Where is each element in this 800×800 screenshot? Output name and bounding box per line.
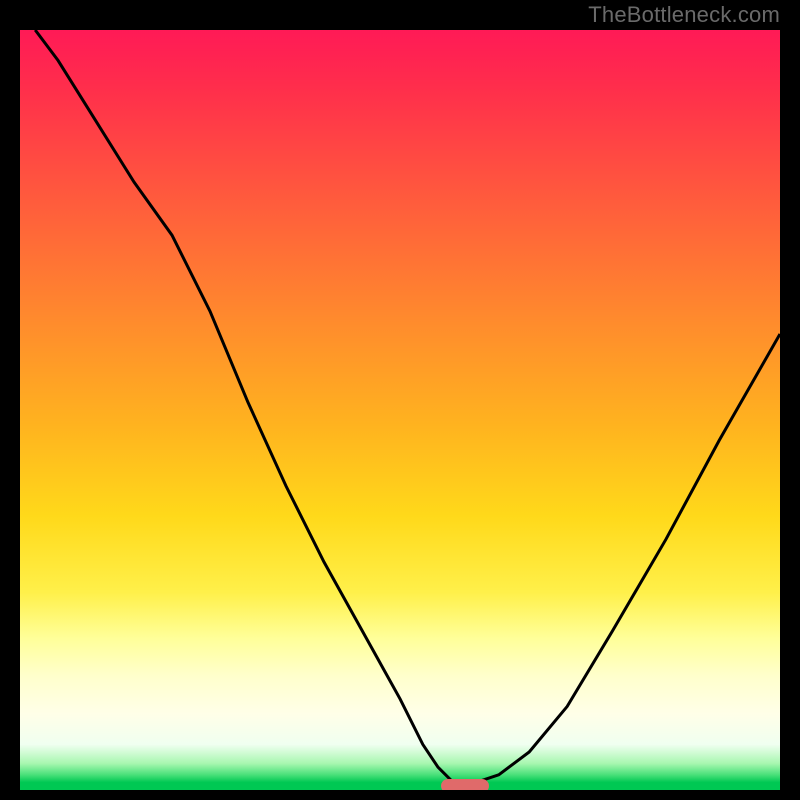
- bottleneck-curve: [20, 30, 780, 790]
- chart-frame: TheBottleneck.com: [0, 0, 800, 800]
- optimum-marker: [441, 779, 489, 790]
- plot-area: [20, 30, 780, 790]
- curve-path: [35, 30, 780, 782]
- watermark-text: TheBottleneck.com: [588, 2, 780, 28]
